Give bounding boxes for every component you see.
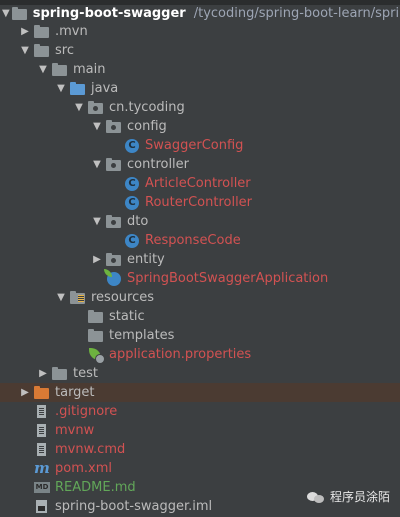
wechat-icon bbox=[306, 490, 325, 504]
node-label: java bbox=[91, 81, 119, 96]
collapse-arrow-icon[interactable]: ▼ bbox=[18, 45, 32, 56]
node-label: ResponseCode bbox=[145, 233, 241, 248]
tree-row-src[interactable]: ▼ src bbox=[0, 41, 400, 60]
node-label: .mvn bbox=[55, 24, 88, 39]
spring-boot-class-icon bbox=[104, 268, 122, 286]
node-label: mvnw.cmd bbox=[55, 442, 126, 457]
tree-row-controller[interactable]: ▼ controller bbox=[0, 155, 400, 174]
package-icon bbox=[106, 252, 122, 267]
tree-row-app-properties[interactable]: application.properties bbox=[0, 345, 400, 364]
collapse-arrow-icon[interactable]: ▼ bbox=[90, 216, 104, 227]
tree-row-swagger-config[interactable]: C SwaggerConfig bbox=[0, 136, 400, 155]
folder-icon bbox=[34, 24, 50, 39]
tree-row-config[interactable]: ▼ config bbox=[0, 117, 400, 136]
node-label: target bbox=[55, 385, 95, 400]
java-class-icon: C bbox=[124, 138, 140, 153]
java-class-icon: C bbox=[124, 195, 140, 210]
spring-properties-icon bbox=[88, 347, 105, 364]
source-folder-icon bbox=[70, 81, 86, 96]
tree-row-gitignore[interactable]: .gitignore bbox=[0, 402, 400, 421]
tree-row-static[interactable]: static bbox=[0, 307, 400, 326]
text-file-icon bbox=[34, 442, 50, 457]
collapse-arrow-icon[interactable]: ▼ bbox=[54, 292, 68, 303]
node-label: src bbox=[55, 43, 74, 58]
excluded-folder-icon bbox=[34, 385, 50, 400]
node-label: main bbox=[73, 62, 106, 77]
tree-row-package[interactable]: ▼ cn.tycoding bbox=[0, 98, 400, 117]
expand-arrow-icon[interactable]: ▶ bbox=[90, 254, 104, 265]
collapse-arrow-icon[interactable]: ▼ bbox=[36, 64, 50, 75]
tree-row-main[interactable]: ▼ main bbox=[0, 60, 400, 79]
node-label: README.md bbox=[55, 480, 136, 495]
maven-icon: m bbox=[34, 458, 50, 477]
tree-row-pom[interactable]: m pom.xml bbox=[0, 459, 400, 478]
folder-icon bbox=[11, 6, 28, 21]
collapse-arrow-icon[interactable]: ▼ bbox=[90, 121, 104, 132]
markdown-icon: MD bbox=[34, 481, 50, 493]
tree-row-target[interactable]: ▶ target bbox=[0, 383, 400, 402]
node-label: ArticleController bbox=[145, 176, 251, 191]
node-label: .gitignore bbox=[55, 404, 118, 419]
node-label: SpringBootSwaggerApplication bbox=[127, 271, 329, 286]
package-icon bbox=[106, 214, 122, 229]
node-label: dto bbox=[127, 214, 149, 229]
node-label: test bbox=[73, 366, 98, 381]
root-name: spring-boot-swagger bbox=[32, 6, 186, 21]
tree-row-mvnw-cmd[interactable]: mvnw.cmd bbox=[0, 440, 400, 459]
tree-row-router-controller[interactable]: C RouterController bbox=[0, 193, 400, 212]
folder-icon bbox=[88, 309, 104, 324]
node-label: resources bbox=[91, 290, 155, 305]
collapse-arrow-icon[interactable]: ▼ bbox=[54, 83, 68, 94]
tree-row-entity[interactable]: ▶ entity bbox=[0, 250, 400, 269]
node-label: SwaggerConfig bbox=[145, 138, 244, 153]
node-label: pom.xml bbox=[55, 461, 112, 476]
expand-arrow-icon[interactable]: ▶ bbox=[18, 387, 32, 398]
module-file-icon bbox=[34, 499, 50, 514]
expand-arrow-icon[interactable]: ▶ bbox=[18, 26, 32, 37]
package-icon bbox=[106, 157, 122, 172]
node-label: RouterController bbox=[145, 195, 253, 210]
node-label: application.properties bbox=[109, 347, 252, 362]
tree-row-root[interactable]: ▼ spring-boot-swagger /tycoding/spring-b… bbox=[0, 4, 400, 23]
node-label: static bbox=[109, 309, 145, 324]
java-class-icon: C bbox=[124, 233, 140, 248]
node-label: mvnw bbox=[55, 423, 95, 438]
tree-row-app-class[interactable]: SpringBootSwaggerApplication bbox=[0, 268, 400, 288]
node-label: config bbox=[127, 119, 167, 134]
text-file-icon bbox=[34, 404, 50, 419]
node-label: spring-boot-swagger.iml bbox=[55, 499, 213, 514]
java-class-icon: C bbox=[124, 176, 140, 191]
project-tree: ▼ spring-boot-swagger /tycoding/spring-b… bbox=[0, 0, 400, 517]
package-icon bbox=[106, 119, 122, 134]
folder-icon bbox=[52, 62, 68, 77]
tree-row-dto[interactable]: ▼ dto bbox=[0, 212, 400, 231]
watermark: 程序员涂陌 bbox=[306, 488, 390, 505]
tree-row-templates[interactable]: templates bbox=[0, 326, 400, 345]
folder-icon bbox=[34, 43, 50, 58]
tree-row-java[interactable]: ▼ java bbox=[0, 79, 400, 98]
folder-icon bbox=[88, 328, 104, 343]
collapse-arrow-icon[interactable]: ▼ bbox=[72, 102, 86, 113]
expand-arrow-icon[interactable]: ▶ bbox=[36, 368, 50, 379]
tree-row-mvnw[interactable]: mvnw bbox=[0, 421, 400, 440]
collapse-arrow-icon[interactable]: ▼ bbox=[90, 159, 104, 170]
text-file-icon bbox=[34, 423, 50, 438]
package-icon bbox=[88, 100, 104, 115]
tree-row-response-code[interactable]: C ResponseCode bbox=[0, 231, 400, 250]
folder-icon bbox=[52, 366, 68, 381]
node-label: entity bbox=[127, 252, 165, 267]
watermark-text: 程序员涂陌 bbox=[329, 490, 390, 504]
tree-row-mvn[interactable]: ▶ .mvn bbox=[0, 22, 400, 41]
root-path: /tycoding/spring-boot-learn/spring- bbox=[193, 6, 400, 21]
collapse-arrow-icon[interactable]: ▼ bbox=[2, 8, 10, 19]
tree-row-resources[interactable]: ▼ resources bbox=[0, 288, 400, 307]
node-label: cn.tycoding bbox=[109, 100, 185, 115]
tree-row-article-controller[interactable]: C ArticleController bbox=[0, 174, 400, 193]
resources-folder-icon bbox=[70, 290, 86, 305]
tree-row-test[interactable]: ▶ test bbox=[0, 364, 400, 383]
node-label: templates bbox=[109, 328, 175, 343]
node-label: controller bbox=[127, 157, 190, 172]
